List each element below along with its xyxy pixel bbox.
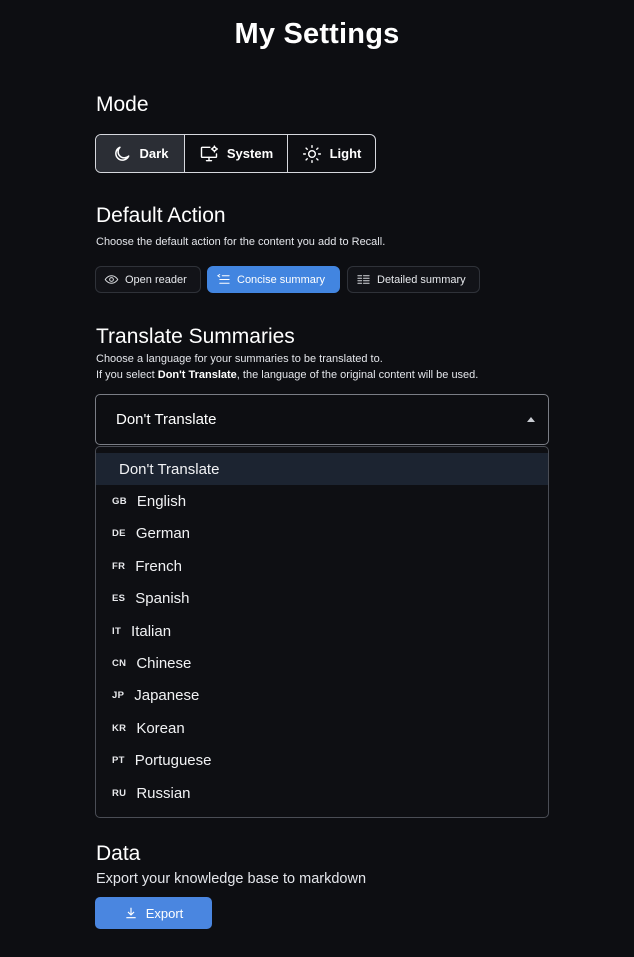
option-label: Russian <box>136 784 191 802</box>
mode-dark-button[interactable]: Dark <box>96 135 184 172</box>
language-option-japanese[interactable]: JP Japanese <box>96 680 548 712</box>
option-label: Portuguese <box>134 752 212 770</box>
option-label: German <box>135 525 190 543</box>
mode-light-label: Light <box>329 146 362 161</box>
flag-code: IT <box>112 625 122 637</box>
language-select[interactable]: Don't Translate <box>95 394 549 445</box>
default-action-description: Choose the default action for the conten… <box>96 236 386 248</box>
mode-system-button[interactable]: System <box>184 135 287 172</box>
language-option-korean[interactable]: KR Korean <box>96 712 548 744</box>
mode-light-button[interactable]: Light <box>287 135 375 172</box>
page-title: My Settings <box>234 18 400 50</box>
translate-desc-prefix: If you select <box>96 369 158 381</box>
concise-summary-button[interactable]: Concise summary <box>207 266 340 293</box>
language-dropdown-list: Don't Translate GB English DE German FR Fre… <box>95 446 549 818</box>
option-label: Italian <box>131 622 172 640</box>
flag-code: PT <box>112 755 125 767</box>
mode-toggle-group: Dark System Light <box>95 134 376 173</box>
moon-icon <box>114 146 129 161</box>
mode-system-label: System <box>226 146 274 161</box>
language-option-portuguese[interactable]: PT Portuguese <box>96 745 548 777</box>
option-label: French <box>135 557 182 575</box>
option-label: Japanese <box>134 687 200 705</box>
eye-icon <box>104 275 119 284</box>
translate-description-line1: Choose a language for your summaries to … <box>96 353 383 365</box>
monitor-gear-icon <box>200 144 218 161</box>
language-option-german[interactable]: DE German <box>96 518 548 550</box>
flag-code: DE <box>112 528 126 540</box>
detailed-summary-label: Detailed summary <box>377 273 466 286</box>
option-label: Don't Translate <box>119 460 220 478</box>
option-label: Spanish <box>135 590 190 608</box>
concise-summary-label: Concise summary <box>237 273 326 286</box>
data-description: Export your knowledge base to markdown <box>96 871 367 887</box>
option-label: English <box>136 493 187 511</box>
caret-up-icon <box>527 417 535 422</box>
flag-code: GB <box>112 496 127 508</box>
mode-dark-label: Dark <box>139 146 169 161</box>
download-icon <box>126 907 136 919</box>
export-label: Export <box>145 905 184 921</box>
language-select-value: Don't Translate <box>116 411 217 428</box>
sun-icon <box>302 144 321 163</box>
concise-list-icon <box>216 274 230 284</box>
option-label: Korean <box>136 719 185 737</box>
language-option-italian[interactable]: IT Italian <box>96 615 548 647</box>
open-reader-label: Open reader <box>125 273 187 286</box>
flag-code: ES <box>112 593 126 605</box>
detailed-summary-button[interactable]: Detailed summary <box>347 266 480 293</box>
option-label: Chinese <box>136 655 192 673</box>
flag-code: FR <box>112 560 126 572</box>
translate-desc-suffix: , the language of the original content w… <box>236 369 479 381</box>
flag-code: RU <box>112 787 127 799</box>
language-option-english[interactable]: GB English <box>96 485 548 517</box>
translate-title: Translate Summaries <box>96 325 295 348</box>
data-title: Data <box>96 842 141 865</box>
language-option-russian[interactable]: RU Russian <box>96 777 548 809</box>
language-option-spanish[interactable]: ES Spanish <box>96 583 548 615</box>
translate-desc-bold: Don't Translate <box>157 369 237 381</box>
open-reader-button[interactable]: Open reader <box>95 266 201 293</box>
translate-description: Choose a language for your summaries to … <box>96 351 478 383</box>
language-option-french[interactable]: FR French <box>96 550 548 582</box>
translate-description-line2: If you select Don't Translate, the langu… <box>96 367 478 383</box>
export-button[interactable]: Export <box>95 897 212 929</box>
default-action-title: Default Action <box>96 204 226 227</box>
flag-code: CN <box>112 658 127 670</box>
detailed-list-icon <box>357 275 370 284</box>
flag-code: KR <box>112 722 127 734</box>
language-option-chinese[interactable]: CN Chinese <box>96 647 548 679</box>
language-option-dont-translate[interactable]: Don't Translate <box>96 453 548 486</box>
flag-code: JP <box>112 690 125 702</box>
mode-title: Mode <box>96 93 149 116</box>
